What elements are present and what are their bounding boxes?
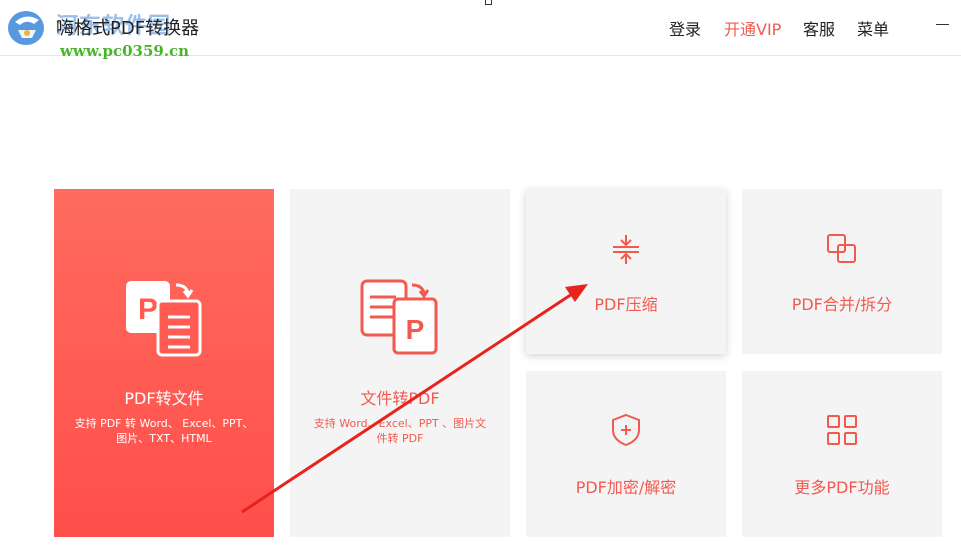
minimize-button[interactable] [933, 14, 953, 34]
grid-icon [827, 415, 857, 445]
customer-service-link[interactable]: 客服 [803, 16, 835, 40]
pdf-compress-card[interactable]: PDF压缩 [526, 189, 726, 354]
login-link[interactable]: 登录 [669, 16, 701, 40]
title-bar: 河东软件园 嗨格式PDF转换器 www.pc0359.cn 登录 开通VIP 客… [0, 0, 961, 60]
pdf-merge-split-label: PDF合并/拆分 [791, 295, 893, 314]
file-to-pdf-icon: P [360, 279, 438, 355]
pdf-compress-label: PDF压缩 [594, 295, 658, 314]
svg-text:P: P [406, 314, 425, 345]
vip-link[interactable]: 开通VIP [724, 16, 781, 40]
merge-icon [827, 234, 856, 263]
app-title: 嗨格式PDF转换器 [56, 18, 200, 39]
app-logo-icon [8, 11, 44, 45]
window-edge-mark [485, 0, 492, 5]
pdf-encrypt-label: PDF加密/解密 [575, 478, 677, 497]
pdf-merge-split-card[interactable]: PDF合并/拆分 [742, 189, 942, 354]
pdf-to-file-label: PDF转文件 [124, 389, 204, 408]
more-pdf-functions-label: 更多PDF功能 [794, 478, 890, 497]
svg-text:P: P [138, 293, 158, 326]
shield-icon [612, 413, 640, 447]
pdf-to-file-card[interactable]: P PDF转文件 支持 PDF 转 Word、 Excel、PPT、图片、TXT… [54, 189, 274, 537]
pdf-to-file-description: 支持 PDF 转 Word、 Excel、PPT、图片、TXT、HTML [74, 417, 254, 445]
more-pdf-functions-card[interactable]: 更多PDF功能 [742, 371, 942, 537]
watermark-url: www.pc0359.cn [60, 42, 190, 60]
menu-link[interactable]: 菜单 [857, 16, 889, 40]
file-to-pdf-label: 文件转PDF [360, 389, 440, 408]
file-to-pdf-card[interactable]: P 文件转PDF 支持 Word、Excel、PPT 、图片文件转 PDF [290, 189, 510, 537]
pdf-to-file-icon: P [126, 281, 202, 357]
compress-icon [613, 235, 639, 264]
file-to-pdf-description: 支持 Word、Excel、PPT 、图片文件转 PDF [313, 417, 487, 445]
pdf-encrypt-card[interactable]: PDF加密/解密 [526, 371, 726, 537]
